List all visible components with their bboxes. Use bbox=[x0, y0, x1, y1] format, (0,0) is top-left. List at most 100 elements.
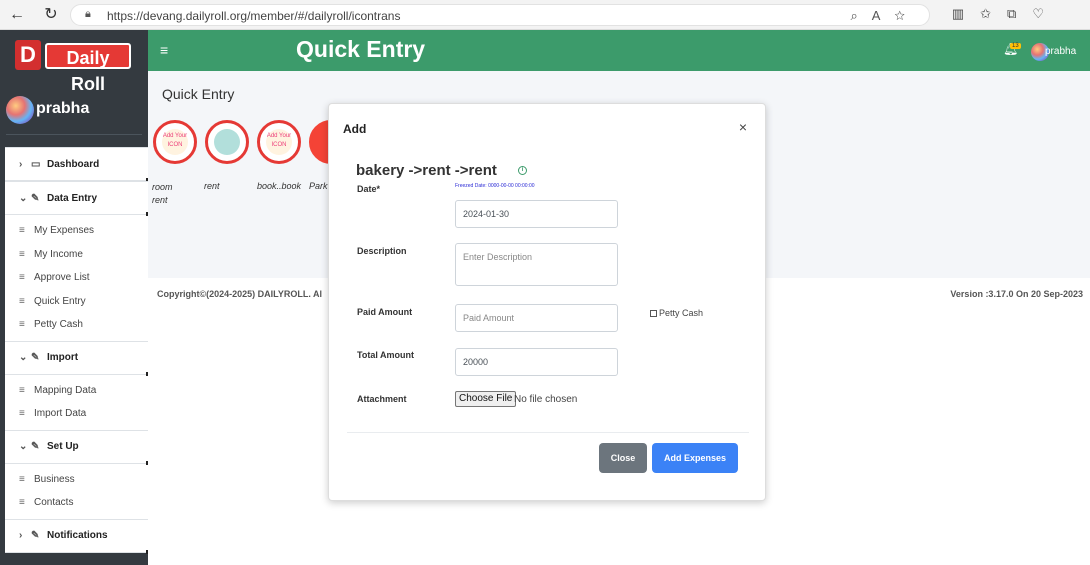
shortcut-rent[interactable] bbox=[205, 120, 249, 164]
pencil-icon: ✎ bbox=[31, 530, 40, 541]
sidebar: D Daily Roll prabha › ▭ Dashboard ⌄ ✎ Da… bbox=[0, 30, 150, 565]
top-navbar: ≡ Quick Entry 🔔︎ 13 prabha bbox=[148, 30, 1090, 71]
attachment-label: Attachment bbox=[357, 394, 407, 404]
paid-amount-field[interactable]: Paid Amount bbox=[455, 304, 618, 332]
sidebar-user-name: prabha bbox=[36, 100, 90, 117]
page-title: Quick Entry bbox=[296, 36, 426, 62]
description-label: Description bbox=[357, 246, 407, 256]
sidebar-item-approve-list[interactable]: ≡ Approve List bbox=[5, 266, 148, 290]
total-amount-field[interactable]: 20000 bbox=[455, 348, 618, 376]
list-icon: ≡ bbox=[19, 319, 25, 331]
chevron-down-icon: ⌄ bbox=[19, 441, 28, 452]
list-icon: ≡ bbox=[19, 272, 25, 284]
menu-section-label: Data Entry bbox=[47, 192, 98, 204]
sidebar-item-petty-cash[interactable]: ≡ Petty Cash bbox=[5, 313, 148, 337]
sidebar-item-mapping-data[interactable]: ≡ Mapping Data bbox=[5, 379, 148, 403]
split-screen-icon[interactable]: ▥ bbox=[952, 6, 980, 21]
shortcut-label: Park bbox=[309, 181, 328, 191]
add-icon-placeholder-icon: Add Your ICON bbox=[162, 129, 188, 155]
app-logo[interactable]: D Daily Roll bbox=[15, 40, 133, 94]
petty-cash-checkbox[interactable] bbox=[650, 310, 657, 318]
sidebar-item-label: My Expenses bbox=[34, 225, 95, 237]
total-amount-label: Total Amount bbox=[357, 350, 414, 360]
browser-toolbar: ← ↻ 🔒︎ https://devang.dailyroll.org/memb… bbox=[0, 0, 1090, 30]
address-bar[interactable]: 🔒︎ https://devang.dailyroll.org/member/#… bbox=[70, 4, 930, 26]
favorite-star-icon[interactable]: ☆ bbox=[894, 8, 919, 23]
choose-file-button[interactable]: Choose File bbox=[455, 391, 517, 407]
hamburger-menu-icon[interactable]: ≡ bbox=[160, 42, 168, 58]
sidebar-item-label: Business bbox=[34, 473, 75, 485]
list-icon: ≡ bbox=[19, 473, 25, 485]
collections-icon[interactable]: ⧉ bbox=[1007, 6, 1032, 21]
books-icon bbox=[214, 129, 240, 155]
chevron-right-icon: › bbox=[19, 530, 23, 541]
file-status-text: No file chosen bbox=[514, 394, 578, 405]
avatar bbox=[6, 96, 34, 124]
copyright-text: Copyright©(2024-2025) DAILYROLL. Al bbox=[157, 289, 322, 299]
close-button[interactable]: Close bbox=[599, 443, 647, 473]
notification-badge: 13 bbox=[1010, 43, 1021, 49]
list-icon: ≡ bbox=[19, 248, 25, 260]
sidebar-item-business[interactable]: ≡ Business bbox=[5, 468, 148, 492]
sidebar-item-my-income[interactable]: ≡ My Income bbox=[5, 243, 148, 267]
paid-amount-label: Paid Amount bbox=[357, 307, 413, 317]
modal-divider bbox=[347, 432, 749, 433]
favorites-icon[interactable]: ✩ bbox=[980, 6, 1007, 21]
menu-section-notifications[interactable]: › ✎ Notifications bbox=[5, 518, 150, 554]
chevron-down-icon: ⌄ bbox=[19, 352, 28, 363]
extensions-icon[interactable]: ♡ bbox=[1032, 6, 1060, 21]
description-field[interactable]: Enter Description bbox=[455, 243, 618, 286]
top-user-name[interactable]: prabha bbox=[1045, 46, 1076, 57]
browser-extension-icons: ▥✩⧉♡ bbox=[952, 6, 1060, 22]
add-expenses-button[interactable]: Add Expenses bbox=[652, 443, 738, 473]
file-icon: ▭ bbox=[31, 158, 41, 170]
sidebar-divider bbox=[6, 134, 142, 135]
menu-section-dashboard[interactable]: › ▭ Dashboard bbox=[5, 147, 150, 182]
menu-section-data-entry[interactable]: ⌄ ✎ Data Entry bbox=[5, 181, 150, 216]
pencil-icon: ✎ bbox=[31, 192, 40, 204]
lock-icon: 🔒︎ bbox=[85, 8, 91, 20]
menu-section-label: Notifications bbox=[47, 530, 108, 541]
petty-cash-checkbox-wrap[interactable]: Petty Cash bbox=[650, 308, 703, 318]
sidebar-item-contacts[interactable]: ≡ Contacts bbox=[5, 491, 148, 515]
list-icon: ≡ bbox=[19, 497, 25, 509]
shortcut-label: room rent bbox=[152, 182, 173, 205]
list-icon: ≡ bbox=[19, 295, 25, 307]
sidebar-item-label: Petty Cash bbox=[34, 319, 83, 331]
petty-cash-label: Petty Cash bbox=[659, 308, 704, 318]
sidebar-item-label: My Income bbox=[34, 248, 83, 260]
menu-section-set-up[interactable]: ⌄ ✎ Set Up bbox=[5, 429, 150, 465]
menu-section-label: Dashboard bbox=[47, 158, 100, 170]
back-icon[interactable]: ← bbox=[6, 5, 28, 25]
list-icon: ≡ bbox=[19, 408, 25, 420]
date-label: Date* bbox=[357, 184, 381, 194]
list-icon: ≡ bbox=[19, 384, 25, 396]
read-aloud-icon[interactable]: A bbox=[872, 8, 895, 23]
zoom-icon[interactable]: ⌕ bbox=[850, 8, 871, 23]
sidebar-item-my-expenses[interactable]: ≡ My Expenses bbox=[5, 219, 148, 243]
pencil-icon: ✎ bbox=[31, 441, 40, 452]
section-title: Quick Entry bbox=[162, 86, 235, 102]
menu-section-label: Import bbox=[47, 352, 79, 363]
shortcut-label: book..book bbox=[257, 181, 302, 191]
menu-section-import[interactable]: ⌄ ✎ Import bbox=[5, 340, 150, 376]
add-expense-modal: Add × bakery ->rent ->rent i Date* Freez… bbox=[328, 103, 766, 501]
menu-group-import: ≡ Mapping Data ≡ Import Data bbox=[5, 375, 148, 430]
date-field[interactable]: 2024-01-30 bbox=[455, 200, 618, 228]
shortcut-book-book[interactable]: Add Your ICON bbox=[257, 120, 301, 164]
sidebar-item-quick-entry[interactable]: ≡ Quick Entry bbox=[5, 290, 148, 314]
modal-title: Add bbox=[343, 122, 367, 136]
sidebar-item-import-data[interactable]: ≡ Import Data bbox=[5, 402, 148, 426]
sidebar-item-label: Import Data bbox=[34, 408, 87, 420]
logo-letter: D bbox=[15, 40, 41, 70]
shortcut-label: rent bbox=[204, 181, 220, 191]
logo-text: Daily Roll bbox=[45, 43, 131, 94]
info-icon[interactable]: i bbox=[518, 166, 527, 175]
close-icon[interactable]: × bbox=[739, 119, 747, 135]
refresh-icon[interactable]: ↻ bbox=[40, 5, 62, 25]
menu-group-data-entry: ≡ My Expenses ≡ My Income ≡ Approve List ≡ Q… bbox=[5, 215, 148, 341]
shortcut-room-rent[interactable]: Add Your ICON bbox=[153, 120, 197, 164]
sidebar-menu: › ▭ Dashboard ⌄ ✎ Data Entry ≡ My Expense… bbox=[5, 147, 150, 554]
category-path: bakery ->rent ->rent bbox=[356, 162, 497, 179]
chevron-down-icon: ⌄ bbox=[19, 192, 28, 204]
